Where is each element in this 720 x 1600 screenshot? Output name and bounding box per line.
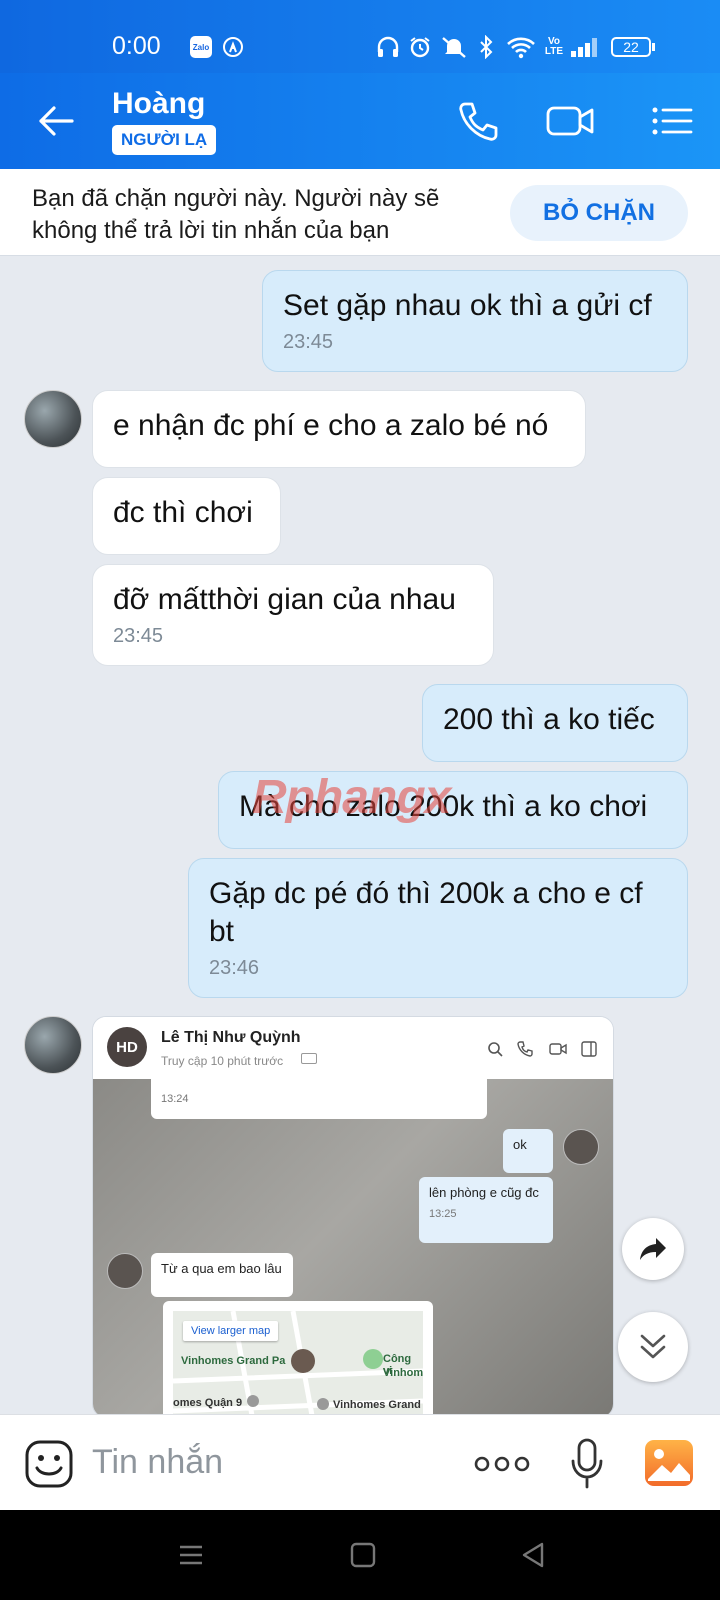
phone-call-icon[interactable] [456,99,500,143]
zalo-notification-icon: Zalo [190,36,212,58]
chat-header: Hoàng NGƯỜI LẠ [0,73,720,169]
forward-icon [640,1238,666,1260]
map-area: View larger map Vinhomes Grand Pa Công v… [173,1311,423,1417]
contact-avatar[interactable] [24,390,82,448]
message-input[interactable]: Tin nhắn [92,1443,223,1482]
screenshot-contact-name: Lê Thị Như Quỳnh [161,1029,301,1046]
screenshot-my-avatar [563,1129,599,1165]
video-icon [549,1043,567,1055]
alarm-icon [408,36,432,58]
system-nav-bar [0,1510,720,1600]
map-preview: View larger map Vinhomes Grand Pa Công v… [163,1301,433,1417]
status-time: 0:00 [112,32,161,60]
stranger-badge: NGƯỜI LẠ [112,125,217,155]
image-attachment[interactable]: HD Lê Thị Như Quỳnh Truy cập 10 phút trư… [92,1016,614,1418]
activity-icon [222,36,244,58]
watermark: Rphangx [252,771,451,824]
screenshot-avatar: HD [107,1027,147,1067]
message-time: 23:45 [113,625,164,647]
message-bubble-incoming[interactable]: đc thì chơi [92,477,281,555]
battery-icon: 22 [610,36,656,58]
back-nav-icon[interactable] [520,1542,546,1573]
view-larger-map-link: View larger map [183,1321,279,1341]
emoji-sticker-icon[interactable] [24,1439,74,1494]
message-text: đc thì chơi [113,496,253,529]
blocked-message: Bạn đã chặn người này. Người này sẽ khôn… [32,185,440,244]
screenshot-bubble: ok [503,1129,553,1173]
microphone-icon[interactable] [570,1437,604,1494]
message-bubble-incoming[interactable]: e nhận đc phí e cho a zalo bé nó [92,390,586,468]
message-time: 23:46 [209,957,260,979]
battery-level: 22 [611,37,651,57]
unblock-button[interactable]: BỎ CHẶN [510,185,688,241]
more-options-icon[interactable] [474,1453,530,1480]
blocked-banner: Bạn đã chặn người này. Người này sẽ khôn… [0,169,720,256]
tag-icon [301,1053,317,1064]
mute-icon [440,36,468,58]
scroll-to-bottom-button[interactable] [618,1312,688,1382]
recents-icon[interactable] [178,1542,204,1573]
message-time: 23:45 [283,331,334,353]
screenshot-contact-avatar [107,1253,143,1289]
message-text: e nhận đc phí e cho a zalo bé nó [113,409,549,442]
wifi-icon [506,36,536,59]
screenshot-bubble: lên phòng e cũg đc 13:25 [419,1177,553,1243]
phone-icon [517,1041,533,1057]
chevron-double-down-icon [640,1334,666,1359]
message-text: đỡ mấtthời gian của nhau [113,583,456,616]
contact-avatar[interactable] [24,1016,82,1074]
status-bar: 0:00 Zalo Vo LTE 22 [0,0,720,73]
bluetooth-icon [478,35,494,59]
message-bubble-outgoing[interactable]: Gặp dc pé đó thì 200k a cho e cf bt 23:4… [188,858,688,998]
screenshot-chat-body: 13:24 ok lên phòng e cũg đc 13:25 Từ a q… [93,1079,613,1417]
message-input-bar: Tin nhắn [0,1414,720,1511]
headphones-icon [376,36,400,58]
message-bubble-incoming[interactable]: đỡ mấtthời gian của nhau 23:45 [92,564,494,666]
forward-button[interactable] [622,1218,684,1280]
message-text: Gặp dc pé đó thì 200k a cho e cf bt [209,877,643,948]
message-bubble-outgoing[interactable]: 200 thì a ko tiếc [422,684,688,762]
message-text: Set gặp nhau ok thì a gửi cf [283,289,652,322]
screenshot-bubble: 13:24 [151,1079,487,1119]
gallery-image-icon[interactable] [644,1439,694,1492]
home-icon[interactable] [350,1542,376,1573]
screenshot-header: HD Lê Thị Như Quỳnh Truy cập 10 phút trư… [93,1017,613,1080]
signal-icon [570,36,600,58]
message-text: 200 thì a ko tiếc [443,703,655,736]
screenshot-status: Truy cập 10 phút trước [161,1054,284,1068]
contact-name[interactable]: Hoàng [112,87,205,121]
video-call-icon[interactable] [546,99,596,143]
screenshot-bubble: Từ a qua em bao lâu [151,1253,293,1297]
back-arrow-icon[interactable] [36,103,76,139]
menu-list-icon[interactable] [650,99,694,143]
search-icon [488,1042,503,1057]
sidebar-toggle-icon [581,1041,597,1057]
volte-icon: Vo LTE [544,36,564,57]
message-bubble-outgoing[interactable]: Set gặp nhau ok thì a gửi cf 23:45 [262,270,688,372]
